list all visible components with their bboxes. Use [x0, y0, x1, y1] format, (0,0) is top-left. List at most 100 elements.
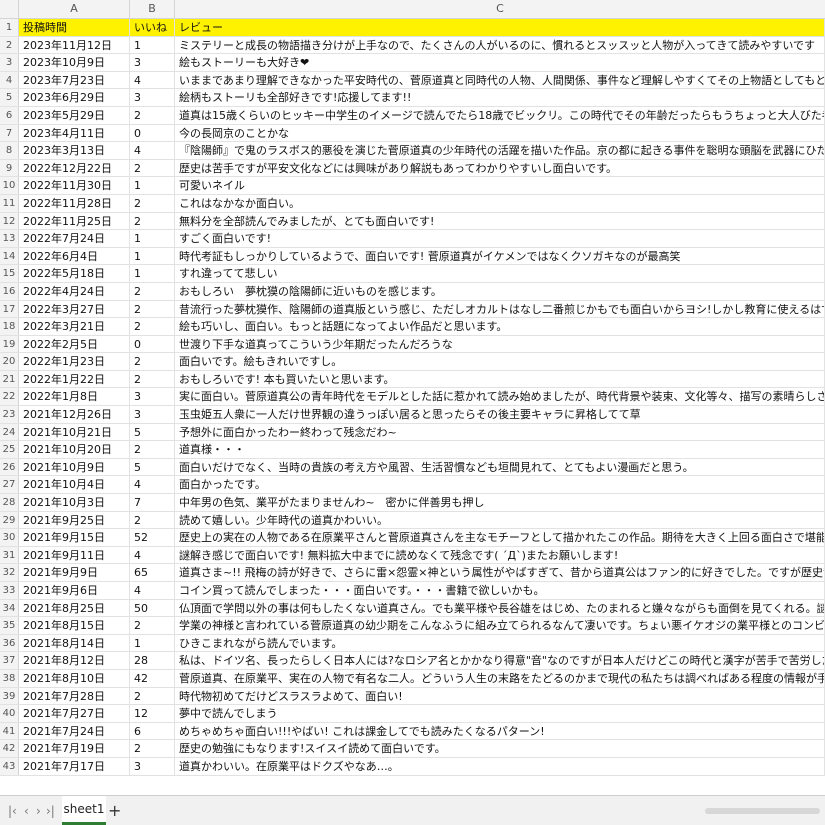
cell-review[interactable]: すれ違ってて悲しい [175, 265, 825, 282]
cell-posted-time[interactable]: 2021年7月17日 [19, 757, 130, 775]
cell-likes[interactable]: 3 [130, 757, 175, 775]
cell-review[interactable]: 私は、ドイツ名、長ったらしく日本人には?なロシア名とかかなり得意"音"なのですが… [175, 652, 825, 669]
row-number[interactable]: 9 [0, 159, 19, 177]
cell-review[interactable]: 謎解き感じで面白いです! 無料拡大中までに読めなくて残念です( ´Д`)またお願… [175, 546, 825, 564]
cell-posted-time[interactable]: 2023年10月9日 [19, 54, 130, 71]
cell-posted-time[interactable]: 2021年7月19日 [19, 740, 130, 757]
row-number[interactable]: 38 [0, 669, 19, 687]
cell-likes[interactable]: 1 [130, 634, 175, 652]
cell-review[interactable]: ミステリーと成長の物語描き分けが上手なので、たくさんの人がいるのに、慣れるとスッ… [175, 36, 825, 54]
cell-review[interactable]: おもしろいです! 本も買いたいと思います。 [175, 370, 825, 388]
cell-likes[interactable]: 1 [130, 247, 175, 265]
cell-likes[interactable]: 5 [130, 423, 175, 441]
cell-review[interactable]: 時代考証もしっかりしているようで、面白いです! 菅原道真がイケメンではなくクソガ… [175, 247, 825, 265]
cell-posted-time[interactable]: 2021年10月4日 [19, 476, 130, 494]
cell-review[interactable]: 学業の神様と言われている菅原道真の幼少期をこんなふうに組み立てられるなんて凄いで… [175, 617, 825, 634]
cell-likes[interactable]: 65 [130, 564, 175, 581]
cell-likes[interactable]: 3 [130, 406, 175, 423]
cell-review[interactable]: 歴史の勉強にもなります!スイスイ読めて面白いです。 [175, 740, 825, 757]
row-number[interactable]: 34 [0, 599, 19, 617]
cell-likes[interactable]: 4 [130, 71, 175, 89]
cell-posted-time[interactable]: 2021年7月24日 [19, 722, 130, 740]
cell-review[interactable]: 『陰陽師』で鬼のラスボス的悪役を演じた菅原道真の少年時代の活躍を描いた作品。京の… [175, 142, 825, 159]
row-number[interactable]: 43 [0, 757, 19, 775]
row-number[interactable]: 21 [0, 370, 19, 388]
cell-posted-time[interactable]: 2021年9月6日 [19, 582, 130, 599]
row-number[interactable]: 33 [0, 582, 19, 599]
cell-posted-time[interactable]: 2022年4月24日 [19, 282, 130, 300]
row-number[interactable]: 14 [0, 247, 19, 265]
cell-review[interactable]: ひきこまれながら読んでいます。 [175, 634, 825, 652]
row-number[interactable]: 10 [0, 177, 19, 194]
header-cell-review[interactable]: レビュー [175, 19, 825, 36]
row-number[interactable]: 32 [0, 564, 19, 581]
row-number[interactable]: 1 [0, 19, 19, 36]
cell-likes[interactable]: 2 [130, 353, 175, 370]
cell-likes[interactable]: 1 [130, 265, 175, 282]
cell-posted-time[interactable]: 2022年11月25日 [19, 212, 130, 230]
cell-review[interactable]: すごく面白いです! [175, 230, 825, 247]
horizontal-scrollbar[interactable] [705, 808, 820, 814]
cell-likes[interactable]: 12 [130, 705, 175, 722]
cell-review[interactable]: 道真さま~!! 飛梅の詩が好きで、さらに雷×怨霊×神という属性がやばすぎて、昔か… [175, 564, 825, 581]
cell-posted-time[interactable]: 2023年5月29日 [19, 106, 130, 124]
cell-likes[interactable]: 2 [130, 300, 175, 318]
cell-posted-time[interactable]: 2023年3月13日 [19, 142, 130, 159]
cell-likes[interactable]: 3 [130, 54, 175, 71]
row-number[interactable]: 30 [0, 529, 19, 546]
cell-likes[interactable]: 50 [130, 599, 175, 617]
row-number[interactable]: 2 [0, 36, 19, 54]
row-number[interactable]: 29 [0, 511, 19, 529]
row-number[interactable]: 28 [0, 494, 19, 511]
cell-likes[interactable]: 0 [130, 124, 175, 142]
row-number[interactable]: 35 [0, 617, 19, 634]
cell-review[interactable]: いままであまり理解できなかった平安時代の、菅原道真と同時代の人物、人間関係、事件… [175, 71, 825, 89]
cell-review[interactable]: 昔流行った夢枕獏作、陰陽師の道真版という感じ、ただしオカルトはなし二番煎じかもで… [175, 300, 825, 318]
cell-likes[interactable]: 4 [130, 546, 175, 564]
cell-likes[interactable]: 1 [130, 230, 175, 247]
cell-posted-time[interactable]: 2022年5月18日 [19, 265, 130, 282]
cell-posted-time[interactable]: 2023年6月29日 [19, 89, 130, 106]
row-number[interactable]: 19 [0, 335, 19, 353]
cell-posted-time[interactable]: 2022年12月22日 [19, 159, 130, 177]
cell-review[interactable]: 夢中で読んでしまう [175, 705, 825, 722]
cell-likes[interactable]: 2 [130, 282, 175, 300]
row-number[interactable]: 18 [0, 318, 19, 335]
row-number[interactable]: 23 [0, 406, 19, 423]
cell-posted-time[interactable]: 2022年2月5日 [19, 335, 130, 353]
cell-likes[interactable]: 2 [130, 106, 175, 124]
cell-likes[interactable]: 4 [130, 476, 175, 494]
cell-review[interactable]: これはなかなか面白い。 [175, 194, 825, 212]
cell-posted-time[interactable]: 2023年11月12日 [19, 36, 130, 54]
cell-review[interactable]: 道真様・・・ [175, 441, 825, 458]
row-number[interactable]: 42 [0, 740, 19, 757]
cell-posted-time[interactable]: 2022年3月27日 [19, 300, 130, 318]
header-cell-likes[interactable]: いいね [130, 19, 175, 36]
cell-likes[interactable]: 1 [130, 177, 175, 194]
row-number[interactable]: 39 [0, 687, 19, 705]
cell-review[interactable]: 読めて嬉しい。少年時代の道真かわいい。 [175, 511, 825, 529]
cell-review[interactable]: 道真は15歳くらいのヒッキー中学生のイメージで読んでたら18歳でビックリ。この時… [175, 106, 825, 124]
cell-review[interactable]: 絵もストーリーも大好き❤ [175, 54, 825, 71]
add-sheet-button[interactable]: + [108, 801, 121, 820]
cell-posted-time[interactable]: 2021年9月9日 [19, 564, 130, 581]
cell-review[interactable]: 道真かわいい。在原業平はドクズやなあ…。 [175, 757, 825, 775]
cell-review[interactable]: 歴史上の実在の人物である在原業平さんと菅原道真さんを主なモチーフとして描かれたこ… [175, 529, 825, 546]
cell-likes[interactable]: 2 [130, 687, 175, 705]
cell-likes[interactable]: 2 [130, 194, 175, 212]
first-sheet-button[interactable]: |‹ [8, 804, 17, 818]
cell-likes[interactable]: 3 [130, 388, 175, 406]
row-number[interactable]: 12 [0, 212, 19, 230]
row-number[interactable]: 36 [0, 634, 19, 652]
cell-posted-time[interactable]: 2022年1月23日 [19, 353, 130, 370]
cell-posted-time[interactable]: 2022年11月30日 [19, 177, 130, 194]
row-number[interactable]: 15 [0, 265, 19, 282]
row-number[interactable]: 24 [0, 423, 19, 441]
row-number[interactable]: 7 [0, 124, 19, 142]
cell-review[interactable]: 仏頂面で学問以外の事は何もしたくない道真さん。でも業平様や長谷雄をはじめ、たのま… [175, 599, 825, 617]
cell-likes[interactable]: 2 [130, 511, 175, 529]
cell-likes[interactable]: 5 [130, 458, 175, 476]
cell-review[interactable]: 歴史は苦手ですが平安文化などには興味があり解説もあってわかりやすいし面白いです。 [175, 159, 825, 177]
sheet-tab[interactable]: sheet1 [62, 796, 106, 825]
cell-posted-time[interactable]: 2022年3月21日 [19, 318, 130, 335]
